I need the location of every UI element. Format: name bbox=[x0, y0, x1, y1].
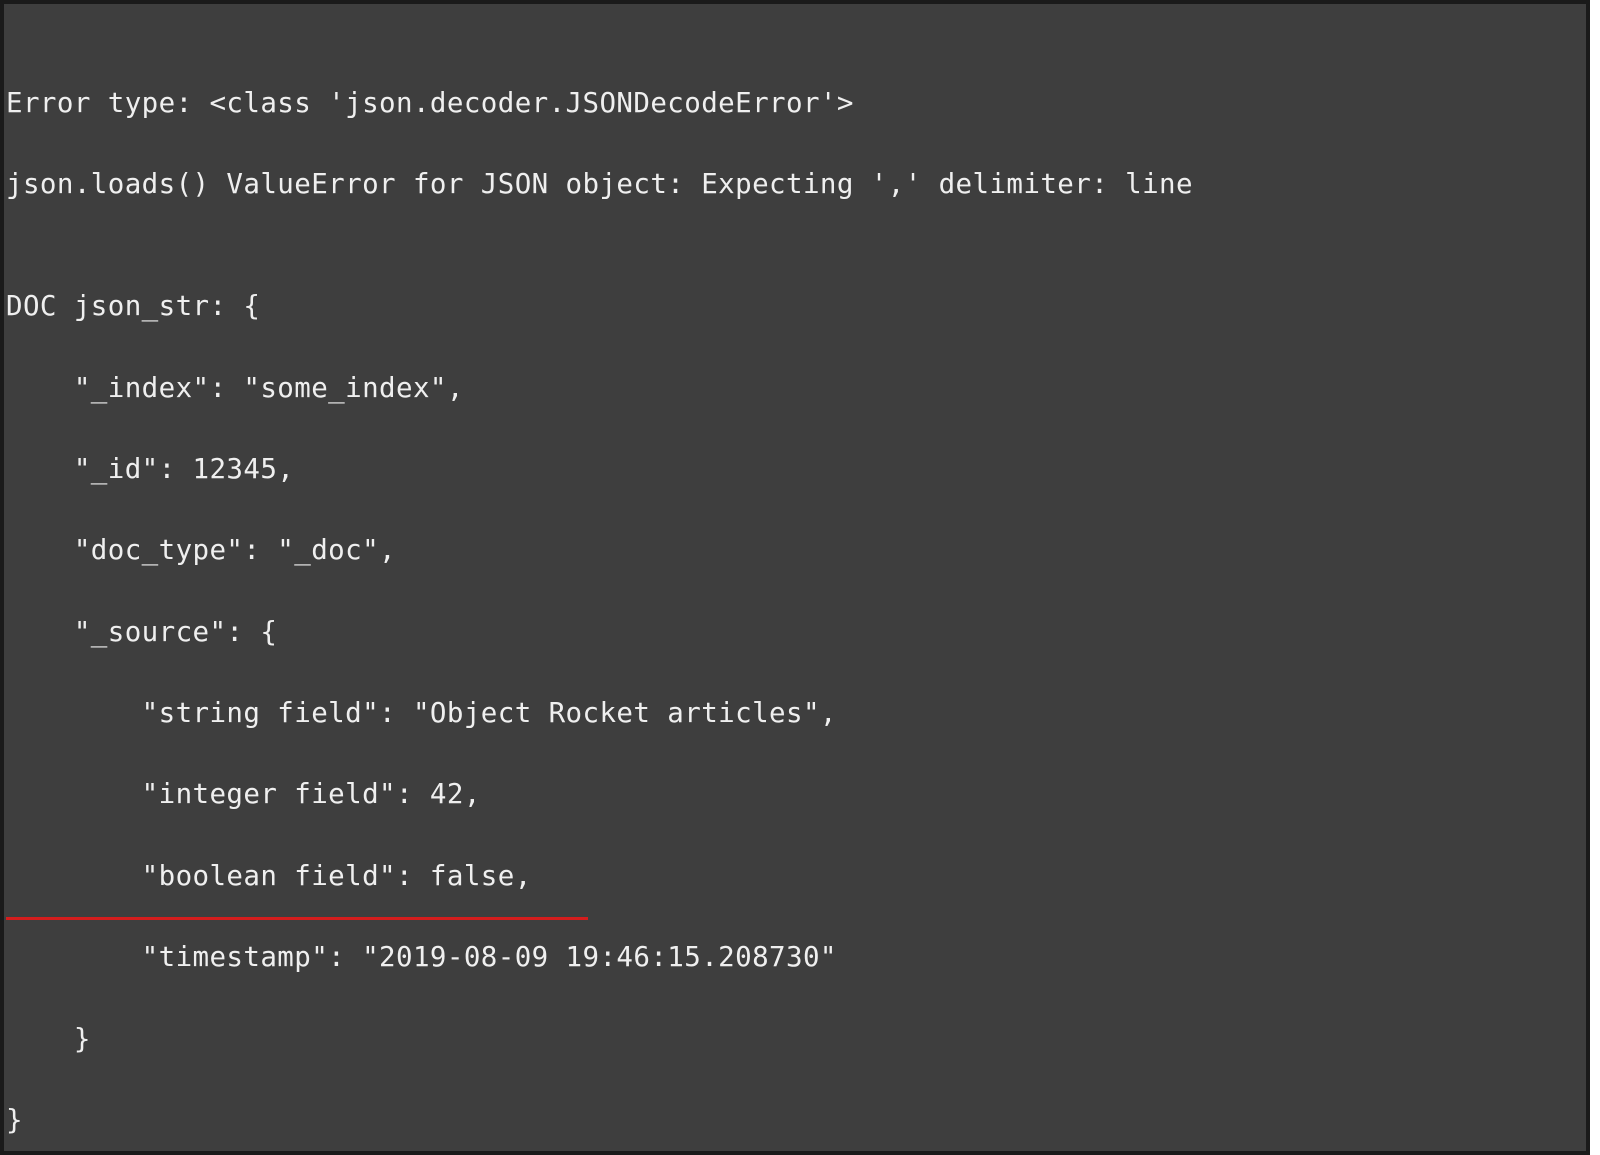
output-line: "_source": { bbox=[6, 612, 1586, 653]
highlight-underline bbox=[6, 917, 588, 920]
output-line: "_id": 12345, bbox=[6, 449, 1586, 490]
output-line: json.loads() ValueError for JSON object:… bbox=[6, 164, 1586, 205]
output-line: "_index": "some_index", bbox=[6, 368, 1586, 409]
output-line: "doc_type": "_doc", bbox=[6, 530, 1586, 571]
output-line: "integer field": 42, bbox=[6, 774, 1586, 815]
output-line: } bbox=[6, 1100, 1586, 1141]
output-line: "string field": "Object Rocket articles"… bbox=[6, 693, 1586, 734]
output-line: } bbox=[6, 1019, 1586, 1060]
terminal-output-panel: Error type: <class 'json.decoder.JSONDec… bbox=[0, 0, 1590, 1155]
output-line: "timestamp": "2019-08-09 19:46:15.208730… bbox=[6, 937, 1586, 978]
output-line: "boolean field": false, bbox=[6, 856, 1586, 897]
output-line: Error type: <class 'json.decoder.JSONDec… bbox=[6, 83, 1586, 124]
output-line: DOC json_str: { bbox=[6, 286, 1586, 327]
